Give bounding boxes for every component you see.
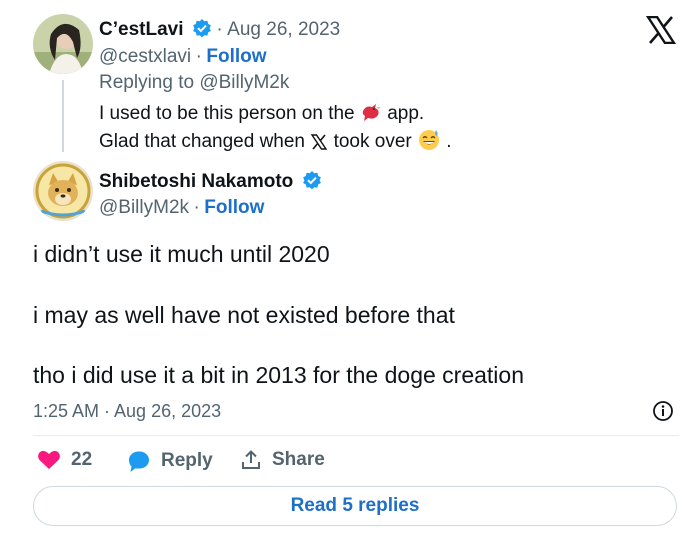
share-label: Share [272,449,325,470]
follow-button[interactable]: Follow [206,46,266,67]
follow-button[interactable]: Follow [204,197,264,218]
doge-avatar-icon [33,161,93,221]
reply-button[interactable]: Reply [127,449,213,473]
post-header: Shibetoshi Nakamoto [99,170,322,193]
post-author-name[interactable]: Shibetoshi Nakamoto [99,171,293,192]
quoted-text-line1: I used to be this person on the app. [99,101,424,125]
quoted-handle[interactable]: @cestxlavi [99,46,191,67]
x-logo-icon[interactable] [646,16,676,44]
quoted-handle-row: @cestxlavi · Follow [99,46,267,68]
avatar-cestlavi[interactable] [33,14,93,74]
quoted-header: C’estLavi · Aug 26, 2023 [99,18,340,41]
quoted-text-part: app. [387,103,425,124]
post-paragraph: i may as well have not existed before th… [33,302,455,328]
like-button[interactable]: 22 [37,449,92,471]
quoted-text-part: . [446,131,452,152]
post-handle[interactable]: @BillyM2k [99,197,189,218]
info-icon[interactable] [652,400,674,422]
verified-badge-icon [193,19,211,38]
quoted-text-line2: Glad that changed when took over . [99,127,452,153]
avatar-shibetoshi[interactable] [33,161,93,221]
separator-dot: · [193,197,200,218]
post-paragraph: i didn’t use it much until 2020 [33,241,330,267]
like-count: 22 [71,449,93,470]
heart-icon [38,450,60,469]
verified-badge-icon [302,171,321,190]
avatar-photo-icon [33,14,93,74]
separator-dot: · [195,46,202,67]
thread-connector-line [62,80,64,152]
speech-bubble-icon [129,451,149,472]
post-handle-row: @BillyM2k · Follow [99,197,264,219]
quoted-text-part: I used to be this person on the [99,103,355,124]
quoted-text-part: took over [333,131,412,152]
sweat-smile-emoji-icon [419,130,439,150]
x-letter-icon [310,134,328,150]
quoted-author-name[interactable]: C’estLavi [99,19,183,40]
replying-to[interactable]: Replying to @BillyM2k [99,72,289,94]
quoted-text-part: Glad that changed when [99,131,305,152]
share-button[interactable]: Share [240,449,325,471]
post-timestamp[interactable]: 1:25 AM · Aug 26, 2023 [33,401,221,422]
quoted-date[interactable]: Aug 26, 2023 [227,19,340,40]
share-arrow-icon [242,450,260,469]
reply-label: Reply [161,450,213,471]
tweet-card: C’estLavi · Aug 26, 2023 @cestxlavi · Fo… [0,0,686,544]
bird-icon [362,104,381,121]
read-replies-button[interactable]: Read 5 replies [33,486,677,526]
separator-dot: · [216,19,223,40]
divider [33,435,679,436]
post-paragraph: tho i did use it a bit in 2013 for the d… [33,362,524,388]
read-replies-label: Read 5 replies [290,495,420,516]
